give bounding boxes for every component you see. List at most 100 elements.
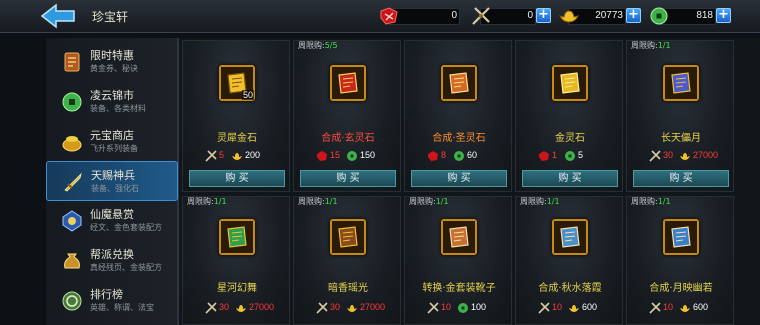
- shop-item-card[interactable]: 周限购:1/1 暗香瑶光 30 27000: [293, 196, 401, 325]
- weekly-limit-count: 1/1: [657, 197, 671, 206]
- jade-coin-icon: [62, 92, 82, 112]
- ingot-icon: [346, 302, 358, 314]
- price-secondary: 27000: [249, 302, 275, 312]
- item-name: 合成·圣灵石: [432, 133, 486, 144]
- resource-red-token: 0: [378, 5, 462, 27]
- weekly-limit: 周限购:5/5: [298, 40, 338, 51]
- price-secondary: 5: [578, 150, 584, 160]
- sidebar-item-label: 帮派兑换: [90, 248, 134, 261]
- price-secondary: 27000: [360, 302, 386, 312]
- resource-gold: 20773 +: [558, 5, 642, 27]
- sidebar-item-guild-exchange[interactable]: 帮派兑换 真经残页、金装配方: [46, 241, 178, 281]
- jade-coin-icon: [650, 7, 668, 25]
- orange-scroll-icon[interactable]: [441, 65, 477, 101]
- shop-item-card[interactable]: 金灵石 1 5 购 买: [515, 40, 623, 192]
- shop-item-card[interactable]: 合成·圣灵石 8 60 购 买: [404, 40, 512, 192]
- shop-item-card[interactable]: 周限购:1/1 合成·月映幽若 10 600: [626, 196, 734, 325]
- add-swords-button[interactable]: +: [536, 8, 551, 23]
- ingot-icon: [679, 302, 691, 314]
- item-name: 合成·月映幽若: [649, 283, 713, 294]
- sidebar-item-sub: 真经残页、金装配方: [90, 263, 162, 272]
- gold-stone-icon[interactable]: 50: [219, 65, 255, 101]
- add-gold-button[interactable]: +: [626, 8, 641, 23]
- item-price: 8 60: [405, 149, 513, 163]
- price-primary: 15: [330, 150, 341, 160]
- jade-coin-icon: [457, 302, 469, 314]
- resource-value: 818: [696, 10, 713, 21]
- back-button[interactable]: [40, 2, 78, 30]
- top-bar: 珍宝轩 0 0 + 20773 + 818 +: [0, 0, 760, 33]
- add-jade-button[interactable]: +: [716, 8, 731, 23]
- item-price: 10 100: [405, 301, 513, 315]
- weekly-limit-count: 1/1: [546, 197, 560, 206]
- price-primary: 10: [552, 302, 563, 312]
- price-secondary: 60: [467, 150, 478, 160]
- item-name: 合成·玄灵石: [321, 133, 375, 144]
- sidebar-item-label: 排行榜: [90, 288, 123, 301]
- item-name: 合成·秋水落霞: [538, 283, 602, 294]
- shop-item-card[interactable]: 周限购:5/5 合成·玄灵石 15 150 购 买: [293, 40, 401, 192]
- sidebar-item-market[interactable]: 凌云锦市 装备、各类材料: [46, 82, 178, 122]
- shop-item-card[interactable]: 周限购:1/1 合成·秋水落霞 10 600: [515, 196, 623, 325]
- item-name: 暗香瑶光: [328, 283, 368, 294]
- sidebar: 限时特惠 黄金券、秘诀 凌云锦市 装备、各类材料 元宝商店 飞升系列装备 天赐神…: [46, 38, 178, 325]
- jade-coin-icon: [453, 150, 465, 162]
- buy-button[interactable]: 购 买: [300, 170, 396, 187]
- weekly-limit-label: 周限购:: [409, 197, 436, 206]
- recipe-scroll-icon[interactable]: [441, 219, 477, 255]
- resource-value: 0: [451, 10, 457, 21]
- ingot-icon: [235, 302, 247, 314]
- item-price: 10 600: [516, 301, 624, 315]
- buy-button[interactable]: 购 买: [411, 170, 507, 187]
- ingot-icon: [568, 302, 580, 314]
- sword-icon: [538, 302, 550, 314]
- weekly-limit: 周限购:1/1: [409, 196, 449, 207]
- resource-value: 0: [527, 10, 533, 21]
- shop-item-card[interactable]: 周限购:1/1 长天儡月 30 27000 购 买: [626, 40, 734, 192]
- item-price: 10 600: [627, 301, 735, 315]
- weekly-limit-count: 1/1: [213, 197, 227, 206]
- price-secondary: 100: [471, 302, 487, 312]
- buy-button[interactable]: 购 买: [633, 170, 729, 187]
- sidebar-item-label: 元宝商店: [90, 129, 134, 142]
- sidebar-item-sub: 经文、金色套装配方: [90, 223, 162, 232]
- sidebar-item-sub: 英雄、称谓、法宝: [90, 303, 154, 312]
- shop-item-card[interactable]: 周限购:1/1 星河幻舞 30 27000: [182, 196, 290, 325]
- red-token-icon: [380, 7, 398, 25]
- item-name: 长天儡月: [661, 133, 701, 144]
- buy-button[interactable]: 购 买: [522, 170, 618, 187]
- sidebar-item-bounty[interactable]: 仙魔悬赏 经文、金色套装配方: [46, 201, 178, 241]
- bounty-icon: [62, 210, 82, 232]
- boots-icon[interactable]: [663, 65, 699, 101]
- sidebar-item-sub: 装备、各类材料: [90, 104, 146, 113]
- price-secondary: 600: [693, 302, 709, 312]
- sidebar-item-sub: 飞升系列装备: [90, 144, 138, 153]
- buy-button[interactable]: 购 买: [189, 170, 285, 187]
- sidebar-item-ingot-shop[interactable]: 元宝商店 飞升系列装备: [46, 122, 178, 162]
- price-secondary: 200: [245, 150, 261, 160]
- weekly-limit-label: 周限购:: [520, 197, 547, 206]
- price-primary: 30: [219, 302, 230, 312]
- shop-item-card[interactable]: 50 灵犀金石 5 200 购 买: [182, 40, 290, 192]
- moon-scroll-icon[interactable]: [663, 219, 699, 255]
- green-boots-icon[interactable]: [219, 219, 255, 255]
- sidebar-item-divine-weapons[interactable]: 天赐神兵 装备、强化石: [46, 161, 178, 201]
- weekly-limit-label: 周限购:: [631, 197, 658, 206]
- sword-icon: [316, 302, 328, 314]
- price-primary: 10: [663, 302, 674, 312]
- price-primary: 30: [663, 150, 674, 160]
- sword-icon: [205, 302, 217, 314]
- red-scroll-icon[interactable]: [330, 65, 366, 101]
- brown-boots-icon[interactable]: [330, 219, 366, 255]
- shop-item-card[interactable]: 周限购:1/1 转换·金套装靴子 10 100: [404, 196, 512, 325]
- ingot-icon: [679, 150, 691, 162]
- sidebar-item-limited-offer[interactable]: 限时特惠 黄金券、秘诀: [46, 42, 178, 82]
- weekly-limit: 周限购:1/1: [187, 196, 227, 207]
- weekly-limit-label: 周限购:: [298, 41, 325, 50]
- sidebar-item-label: 天赐神兵: [91, 169, 135, 182]
- item-price: 30 27000: [627, 149, 735, 163]
- sidebar-item-ranking[interactable]: 排行榜 英雄、称谓、法宝: [46, 281, 178, 321]
- autumn-scroll-icon[interactable]: [552, 219, 588, 255]
- item-quantity: 50: [241, 90, 254, 100]
- gold-cube-icon[interactable]: [552, 65, 588, 101]
